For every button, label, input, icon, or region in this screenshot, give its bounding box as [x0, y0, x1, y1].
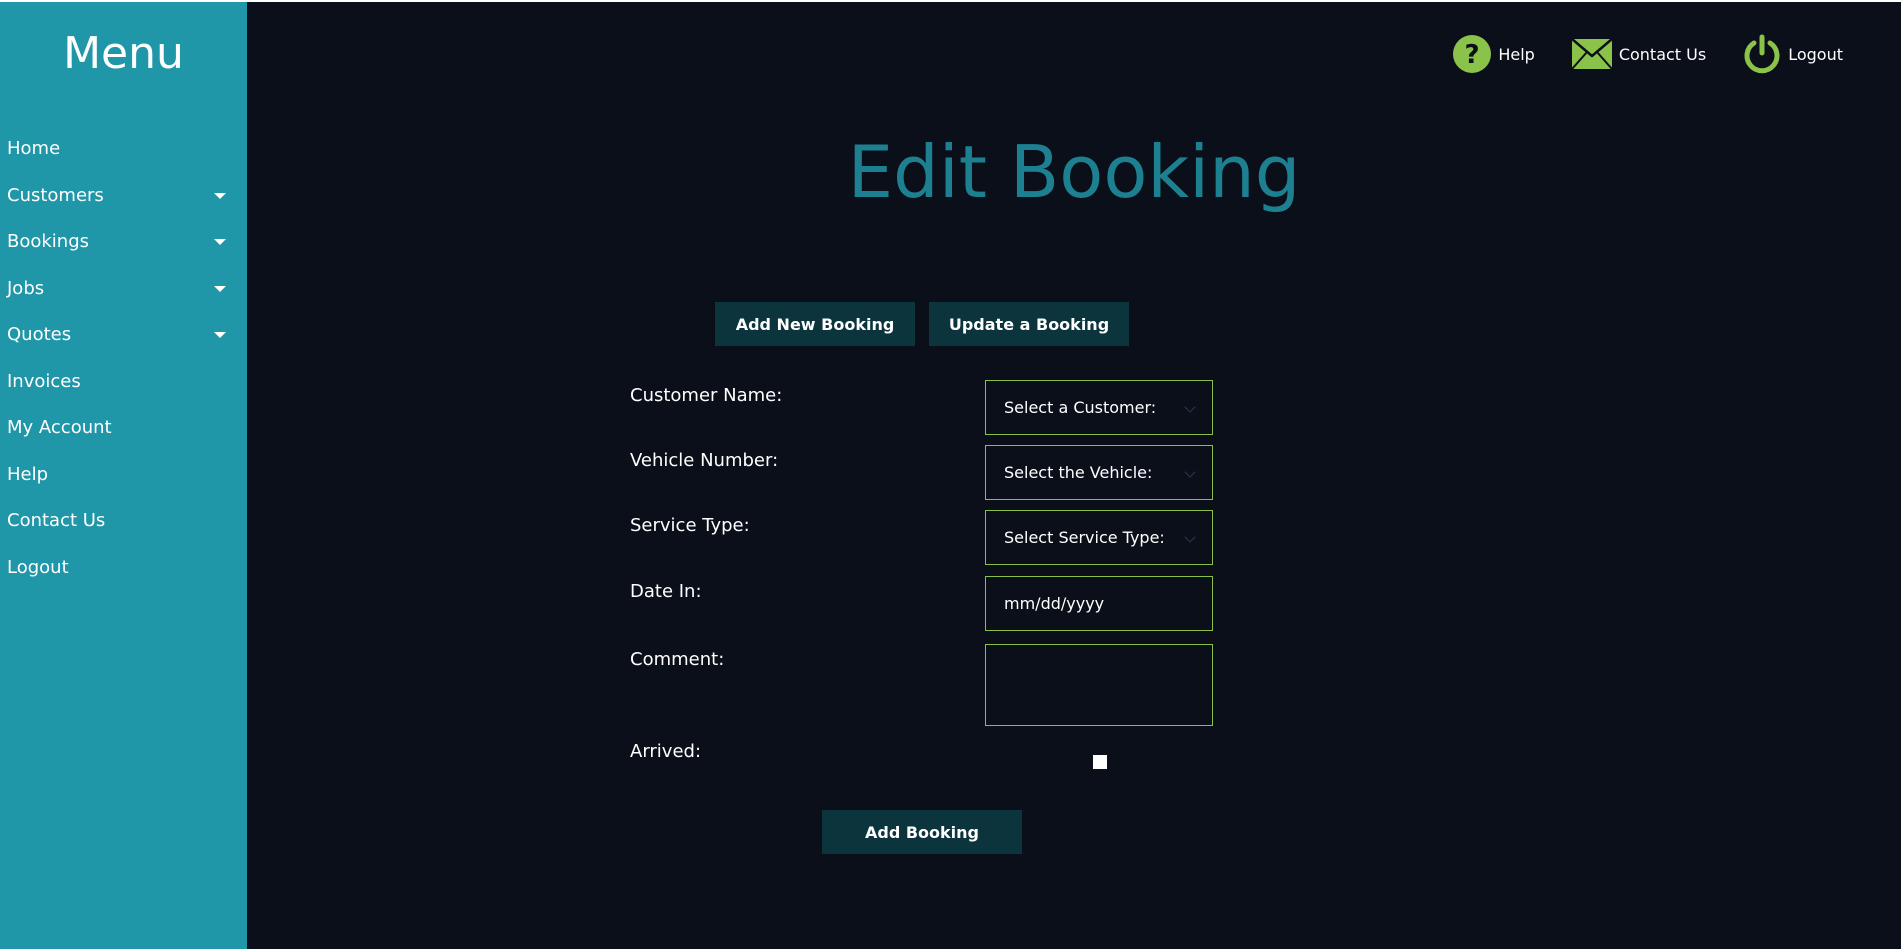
sidebar-item-label: My Account — [7, 417, 112, 438]
sidebar-item-invoices[interactable]: Invoices — [0, 367, 247, 414]
date-in-field[interactable]: mm/dd/yyyy — [985, 576, 1213, 631]
customer-name-label: Customer Name: — [630, 385, 783, 406]
sidebar-item-quotes[interactable]: Quotes — [0, 320, 247, 367]
svg-text:?: ? — [1465, 40, 1480, 70]
arrived-label: Arrived: — [630, 741, 702, 762]
sidebar-item-label: Invoices — [7, 370, 81, 392]
top-border — [0, 0, 1901, 2]
caret-down-icon — [214, 285, 226, 292]
chevron-down-icon — [1184, 466, 1196, 478]
arrived-checkbox[interactable] — [1093, 755, 1107, 769]
sidebar-menu: Home Customers Bookings Jobs Quotes Invo… — [0, 134, 247, 599]
sidebar-item-logout[interactable]: Logout — [0, 553, 247, 600]
add-new-booking-button[interactable]: Add New Booking — [715, 302, 915, 346]
sidebar-item-label: Help — [7, 463, 49, 485]
caret-down-icon — [214, 192, 226, 199]
vehicle-select[interactable]: Select the Vehicle: — [985, 445, 1213, 500]
sidebar-item-my-account[interactable]: My Account — [0, 413, 247, 460]
sidebar-item-label: Home — [7, 138, 61, 159]
service-type-select[interactable]: Select Service Type: — [985, 510, 1213, 565]
vehicle-number-label: Vehicle Number: — [630, 450, 779, 471]
sidebar-item-customers[interactable]: Customers — [0, 181, 247, 228]
comment-label: Comment: — [630, 649, 725, 670]
sidebar-item-contact-us[interactable]: Contact Us — [0, 506, 247, 553]
caret-down-icon — [214, 239, 226, 245]
date-in-label: Date In: — [630, 581, 702, 602]
service-type-label: Service Type: — [630, 515, 750, 536]
contact-link[interactable]: Contact Us — [1571, 38, 1706, 70]
help-link-label: Help — [1498, 44, 1535, 64]
sidebar-item-label: Jobs — [7, 277, 45, 299]
date-in-placeholder: mm/dd/yyyy — [1004, 594, 1105, 613]
page-title: Edit Booking — [847, 130, 1301, 214]
sidebar-item-label: Logout — [7, 556, 69, 578]
sidebar-item-label: Bookings — [7, 231, 90, 252]
sidebar-item-label: Customers — [7, 184, 104, 206]
logout-link-label: Logout — [1788, 44, 1843, 64]
sidebar-item-label: Contact Us — [7, 510, 106, 531]
envelope-icon — [1571, 38, 1613, 70]
power-icon — [1742, 34, 1782, 74]
comment-textarea[interactable] — [985, 644, 1213, 726]
chevron-down-icon — [1184, 531, 1196, 543]
contact-link-label: Contact Us — [1618, 44, 1707, 64]
customer-select[interactable]: Select a Customer: — [985, 380, 1213, 435]
sidebar: Menu Home Customers Bookings Jobs Quotes… — [0, 2, 247, 949]
chevron-down-icon — [1184, 401, 1196, 413]
top-links: ? Help Contact Us Logout — [1416, 34, 1843, 74]
customer-select-value: Select a Customer: — [1004, 398, 1157, 417]
sidebar-item-bookings[interactable]: Bookings — [0, 227, 247, 274]
service-type-select-value: Select Service Type: — [1004, 528, 1165, 547]
sidebar-title: Menu — [63, 28, 184, 79]
vehicle-select-value: Select the Vehicle: — [1004, 463, 1153, 482]
sidebar-item-help[interactable]: Help — [0, 460, 247, 507]
caret-down-icon — [214, 332, 226, 338]
sidebar-item-home[interactable]: Home — [0, 134, 247, 181]
update-booking-button[interactable]: Update a Booking — [929, 302, 1129, 346]
sidebar-item-label: Quotes — [7, 324, 72, 345]
question-circle-icon: ? — [1452, 34, 1492, 74]
sidebar-item-jobs[interactable]: Jobs — [0, 274, 247, 321]
add-booking-button[interactable]: Add Booking — [822, 810, 1022, 854]
help-link[interactable]: ? Help — [1452, 34, 1535, 74]
logout-link[interactable]: Logout — [1742, 34, 1843, 74]
